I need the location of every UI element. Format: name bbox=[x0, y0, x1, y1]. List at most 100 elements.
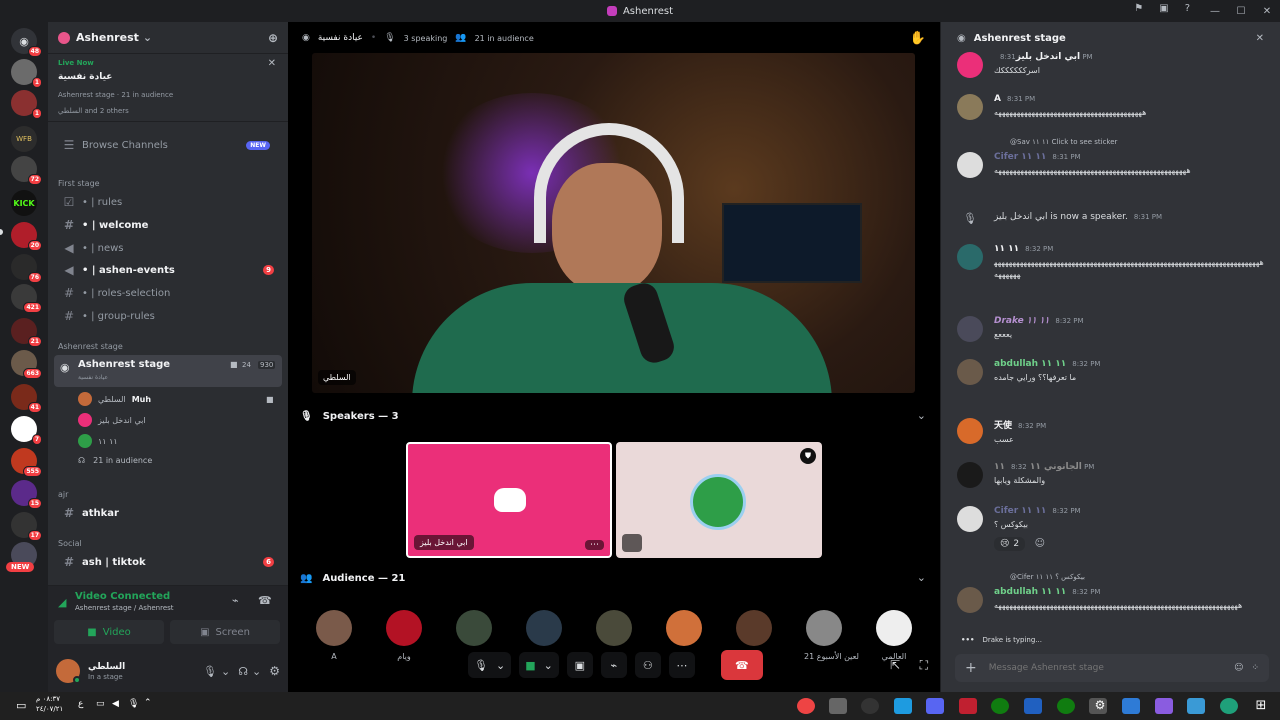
help-icon[interactable]: ? bbox=[1185, 3, 1190, 14]
chevron-down-icon[interactable]: ⌄ bbox=[917, 571, 926, 584]
minimize-button[interactable]: — bbox=[1202, 0, 1228, 22]
speaker-tile[interactable]: ابي اندخل بليز ⋯ bbox=[406, 442, 612, 558]
video-button[interactable]: ■ Video bbox=[54, 620, 164, 644]
xbox-icon[interactable] bbox=[1057, 698, 1075, 714]
avatar[interactable] bbox=[56, 659, 81, 684]
audience-header[interactable]: 👥 Audience — 21 bbox=[300, 573, 405, 584]
category-ajr[interactable]: ajr bbox=[58, 490, 68, 499]
invite-button[interactable]: ⚇ bbox=[634, 652, 661, 678]
channel-roles-selection[interactable]: # • | roles-selection bbox=[56, 283, 280, 303]
close-button[interactable]: ✕ bbox=[1254, 0, 1280, 22]
more-button[interactable]: ⋯ bbox=[668, 652, 695, 678]
audience-member[interactable]: ويام bbox=[384, 610, 424, 661]
xbox-icon[interactable] bbox=[991, 698, 1009, 714]
start-icon[interactable]: ⊞ bbox=[1252, 698, 1270, 714]
store-icon[interactable] bbox=[829, 698, 847, 714]
server-icon[interactable]: 15 bbox=[11, 480, 42, 509]
server-icon[interactable]: KICK bbox=[11, 190, 37, 216]
reaction-pill[interactable]: 😢 2 bbox=[994, 537, 1026, 551]
live-now-card[interactable]: Live Now عيادة نفسية Ashenrest stage · 2… bbox=[48, 54, 288, 122]
chevron-down-icon[interactable]: ⌄ bbox=[544, 659, 553, 672]
chevron-down-icon[interactable]: ⌄ bbox=[917, 409, 926, 422]
server-icon[interactable]: 7 bbox=[11, 416, 42, 445]
server-icon[interactable]: 1 bbox=[11, 59, 42, 88]
speaker-tile[interactable]: ⛊ bbox=[616, 442, 822, 558]
home-button[interactable]: ◉ 48 bbox=[11, 28, 42, 57]
discord-icon[interactable] bbox=[926, 698, 944, 714]
chevron-down-icon[interactable]: ⌄ bbox=[496, 659, 505, 672]
copilot-icon[interactable] bbox=[1187, 698, 1205, 714]
audience-member[interactable]: العالمي bbox=[874, 610, 914, 661]
speakers-header[interactable]: 🎙 Speakers — 3 bbox=[300, 411, 399, 422]
leave-call-button[interactable]: ☎ bbox=[720, 650, 763, 680]
screen-button[interactable]: ▣ Screen bbox=[170, 620, 280, 644]
mic-icon[interactable]: 🎙 bbox=[128, 699, 139, 709]
headphones-icon[interactable]: ☊ bbox=[238, 665, 248, 678]
screen-share-button[interactable]: ▣ bbox=[566, 652, 593, 678]
channel-welcome[interactable]: # • | welcome bbox=[56, 215, 280, 235]
app-icon[interactable] bbox=[1122, 698, 1140, 714]
server-icon[interactable]: 72 bbox=[11, 156, 42, 185]
channel-athkar[interactable]: # athkar bbox=[56, 503, 280, 523]
move-to-audience-button[interactable]: ⌁ bbox=[600, 652, 627, 678]
raise-hand-icon[interactable]: ✋ bbox=[910, 31, 926, 46]
message-input[interactable] bbox=[988, 663, 1227, 673]
obs-icon[interactable] bbox=[861, 698, 879, 714]
chevron-up-icon[interactable]: ⌃ bbox=[144, 698, 152, 708]
app-icon[interactable] bbox=[894, 698, 912, 714]
category-social[interactable]: Social bbox=[58, 539, 82, 548]
camera-button[interactable]: ■ ⌄ bbox=[519, 652, 559, 678]
inbox-icon[interactable]: ⚑ bbox=[1134, 3, 1143, 14]
screen-icon[interactable]: ▣ bbox=[1159, 3, 1168, 14]
category-ashenrest-stage[interactable]: Ashenrest stage bbox=[58, 342, 123, 351]
reply-preview[interactable]: @Cifer ۱۱ ۱۱ بيكوكس ؟ bbox=[1010, 573, 1085, 581]
edge-icon[interactable] bbox=[1220, 698, 1238, 714]
network-icon[interactable]: ▭ bbox=[96, 699, 105, 709]
app-icon[interactable] bbox=[959, 698, 977, 714]
chrome-icon[interactable] bbox=[797, 698, 815, 714]
notification-icon[interactable]: ▭ bbox=[16, 699, 26, 712]
audience-member[interactable]: 21 لعين الأسبوع bbox=[804, 610, 859, 661]
stage-member[interactable]: السلطي Muh ■ bbox=[78, 392, 274, 406]
server-header[interactable]: Ashenrest ⌄ ⊕ bbox=[48, 22, 288, 54]
server-icon[interactable]: 20 bbox=[11, 222, 42, 251]
server-icon[interactable]: 21 bbox=[11, 318, 42, 347]
disconnect-icon[interactable]: ☎ bbox=[258, 594, 272, 607]
server-icon[interactable]: 17 bbox=[11, 512, 42, 541]
channel-tiktok[interactable]: # ash | tiktok 6 bbox=[56, 552, 280, 572]
server-icon[interactable]: 41 bbox=[11, 384, 42, 413]
server-icon[interactable]: 663 bbox=[11, 350, 42, 379]
video-feed[interactable]: السلطي bbox=[312, 53, 915, 393]
apps-icon[interactable]: ⁘ bbox=[1251, 663, 1259, 673]
channel-rules[interactable]: ☑ • | rules bbox=[56, 192, 280, 212]
server-icon[interactable]: WFB bbox=[11, 126, 37, 152]
emoji-icon[interactable]: ☺ bbox=[1234, 663, 1243, 673]
volume-icon[interactable]: ◀ bbox=[112, 699, 119, 709]
channel-group-rules[interactable]: # • | group-rules bbox=[56, 306, 280, 326]
more-button[interactable]: ⋯ bbox=[585, 540, 604, 550]
add-attachment-icon[interactable]: + bbox=[965, 660, 977, 676]
chevron-down-icon[interactable]: ⌄ bbox=[252, 665, 261, 678]
channel-ashen-events[interactable]: ◀ • | ashen-events 9 bbox=[56, 260, 280, 280]
language-indicator[interactable]: ع bbox=[78, 699, 83, 709]
close-icon[interactable]: ✕ bbox=[268, 58, 276, 69]
voice-location[interactable]: Ashenrest stage / Ashenrest bbox=[75, 604, 174, 612]
fullscreen-icon[interactable]: ⛶ bbox=[920, 658, 928, 673]
app-icon[interactable] bbox=[1024, 698, 1042, 714]
audience-member[interactable] bbox=[664, 610, 704, 652]
server-icon[interactable]: 555 bbox=[11, 448, 42, 477]
audience-member[interactable] bbox=[524, 610, 564, 652]
category-first-stage[interactable]: First stage bbox=[58, 179, 100, 188]
noise-suppression-icon[interactable]: ⌁ bbox=[232, 594, 239, 607]
stage-audience-count[interactable]: ☊ 21 in audience bbox=[78, 456, 152, 465]
maximize-button[interactable]: ☐ bbox=[1228, 0, 1254, 22]
settings-icon[interactable]: ⚙ bbox=[1091, 698, 1109, 714]
chevron-down-icon[interactable]: ⌄ bbox=[221, 665, 230, 678]
copilot-icon[interactable] bbox=[1155, 698, 1173, 714]
microphone-icon[interactable]: 🎙 bbox=[203, 665, 217, 678]
server-icon[interactable]: 76 bbox=[11, 254, 42, 283]
new-servers-badge[interactable]: NEW bbox=[6, 562, 35, 572]
gear-icon[interactable]: ⚙ bbox=[269, 664, 280, 678]
clock[interactable]: ٠٨:٣٧ م ٢٤/٠٧/٢١ bbox=[36, 694, 63, 714]
audience-member[interactable]: A bbox=[314, 610, 354, 661]
